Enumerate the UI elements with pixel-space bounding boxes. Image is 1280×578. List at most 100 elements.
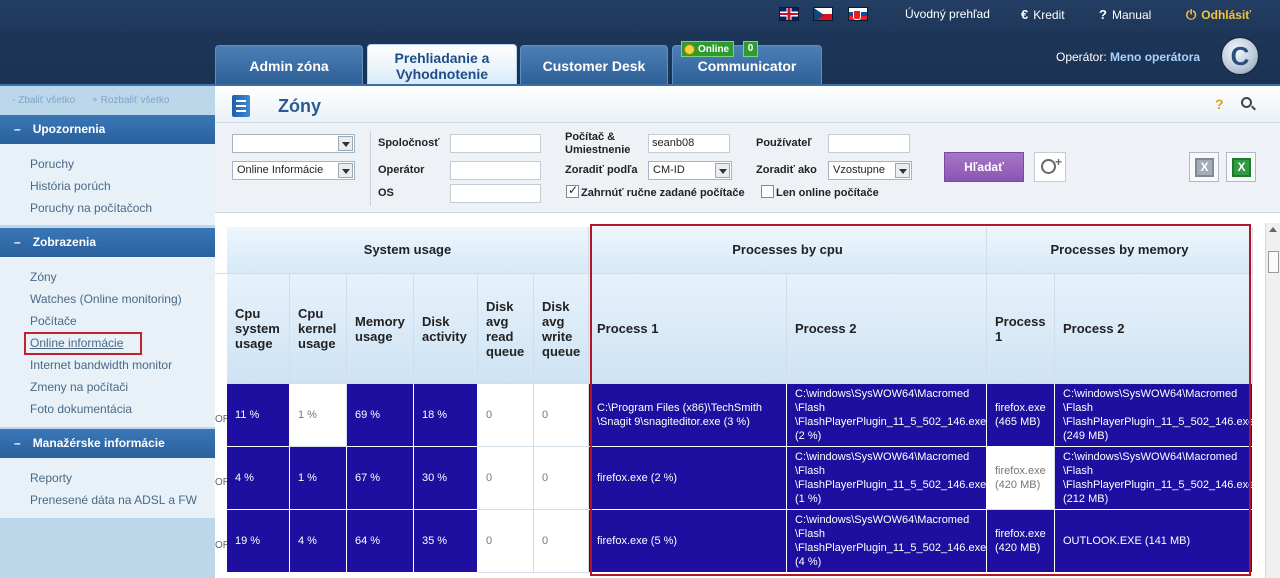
sidebar: - Zbaliť všetko + Rozbaliť všetko Upozor… (0, 86, 215, 578)
col-cpu-kernel[interactable]: Cpu kernel usage (290, 274, 347, 384)
credit-link[interactable]: € Kredit (1021, 7, 1065, 22)
table-cell: firefox.exe (420 MB) (987, 447, 1055, 510)
table-cell: firefox.exe (2 %) (589, 447, 787, 510)
sidebar-item-fault-history[interactable]: História porúch (30, 179, 111, 193)
expand-collapse-row: - Zbaliť všetko + Rozbaliť všetko (12, 95, 183, 106)
chevron-down-icon (895, 163, 910, 178)
help-icon: ? (1099, 7, 1107, 22)
export-excel-button[interactable]: X (1226, 152, 1256, 182)
col-mem-process-2[interactable]: Process 2 (1055, 274, 1253, 384)
include-manual-label: Zahrnúť ručne zadané počítače (581, 187, 745, 199)
col-write-queue[interactable]: Disk avg write queue (534, 274, 589, 384)
table-cell: 0 (478, 447, 534, 510)
group-header-memory: Processes by memory (987, 227, 1253, 274)
online-info-highlight (24, 332, 142, 355)
online-only-checkbox[interactable] (761, 185, 774, 198)
tab-browse-evaluate[interactable]: Prehliadanie a Vyhodnotenie (367, 44, 517, 86)
table-cell: 4 % (227, 447, 290, 510)
table-cell: 0 (478, 510, 534, 573)
group-header-cpu: Processes by cpu (589, 227, 987, 274)
operator-input[interactable] (450, 161, 541, 180)
search-icon[interactable] (1241, 97, 1252, 108)
table-cell: 64 % (347, 510, 414, 573)
slovak-flag-icon[interactable] (848, 7, 868, 21)
view-type-select[interactable]: Online Informácie (232, 161, 355, 180)
chevron-down-icon (338, 136, 353, 151)
sidebar-item-faults[interactable]: Poruchy (30, 157, 74, 171)
sidebar-item-computer-faults[interactable]: Poruchy na počítačoch (30, 201, 152, 215)
sort-as-label: Zoradiť ako (756, 164, 817, 176)
online-status-badge: Online (681, 41, 735, 57)
sidebar-item-watches[interactable]: Watches (Online monitoring) (30, 292, 182, 306)
zones-icon (232, 95, 250, 117)
search-button[interactable]: Hľadať (944, 152, 1024, 182)
chevron-down-icon (338, 163, 353, 178)
col-cpu-process-2[interactable]: Process 2 (787, 274, 987, 384)
sidebar-section-alerts[interactable]: Upozornenia (0, 115, 215, 144)
table-cell: 0 (478, 384, 534, 447)
table-cell: 69 % (347, 384, 414, 447)
filter-divider (370, 131, 371, 206)
filter-select-1[interactable] (232, 134, 355, 153)
table-cell: 0 (534, 384, 589, 447)
table-cell: C:\windows\SysWOW64\Macromed \Flash \Fla… (787, 384, 987, 447)
czech-flag-icon[interactable] (813, 7, 833, 21)
vertical-scrollbar[interactable] (1265, 223, 1280, 578)
table-cell: firefox.exe (5 %) (589, 510, 787, 573)
home-overview-link[interactable]: Úvodný prehľad (905, 7, 990, 21)
sort-order-select[interactable]: Vzostupne (828, 161, 912, 180)
sidebar-group-alerts: Poruchy História porúch Poruchy na počít… (0, 144, 215, 225)
col-memory[interactable]: Memory usage (347, 274, 414, 384)
sort-by-select[interactable]: CM-ID (648, 161, 732, 180)
logout-link[interactable]: ⏻ Odhlásiť (1186, 7, 1251, 23)
table-cell: 67 % (347, 447, 414, 510)
operator-info: Operátor: Meno operátora (1056, 50, 1201, 64)
computer-input[interactable]: seanb08 (648, 134, 730, 153)
sidebar-section-views[interactable]: Zobrazenia (0, 228, 215, 257)
euro-icon: € (1021, 7, 1029, 22)
top-header: Úvodný prehľad € Kredit ? Manual ⏻ Odhlá… (0, 0, 1280, 86)
scroll-thumb[interactable] (1268, 251, 1279, 273)
sidebar-item-reports[interactable]: Reporty (30, 471, 72, 485)
col-cpu-system[interactable]: Cpu system usage (227, 274, 290, 384)
table-cell: 0 (534, 510, 589, 573)
table-cell: 11 % (227, 384, 290, 447)
table-cell: 4 % (290, 510, 347, 573)
user-icon (684, 43, 695, 55)
expand-all-link[interactable]: + Rozbaliť všetko (92, 95, 169, 106)
table-cell: 1 % (290, 384, 347, 447)
sidebar-item-adsl-fw-data[interactable]: Prenesené dáta na ADSL a FW (30, 493, 197, 507)
sidebar-section-management[interactable]: Manažérske informácie (0, 429, 215, 458)
filter-bar: Online Informácie Spoločnosť Operátor OS… (215, 123, 1280, 213)
tab-customer-desk[interactable]: Customer Desk (520, 45, 668, 86)
online-count-badge: 0 (743, 41, 758, 57)
sidebar-item-photo-docs[interactable]: Foto dokumentácia (30, 402, 132, 416)
collapse-all-link[interactable]: - Zbaliť všetko (12, 95, 75, 106)
power-icon: ⏻ (1186, 7, 1197, 22)
sidebar-group-management: Reporty Prenesené dáta na ADSL a FW (0, 458, 215, 518)
tab-admin-zone[interactable]: Admin zóna (215, 45, 363, 86)
col-read-queue[interactable]: Disk avg read queue (478, 274, 534, 384)
export-excel-gray-button[interactable]: X (1189, 152, 1219, 182)
user-input[interactable] (828, 134, 910, 153)
col-mem-process-1[interactable]: Process 1 (987, 274, 1055, 384)
include-manual-checkbox[interactable] (566, 183, 579, 198)
manual-link[interactable]: ? Manual (1099, 7, 1151, 22)
col-cpu-process-1[interactable]: Process 1 (589, 274, 787, 384)
company-input[interactable] (450, 134, 541, 153)
sidebar-item-bandwidth-monitor[interactable]: Internet bandwidth monitor (30, 358, 172, 372)
english-flag-icon[interactable] (779, 7, 799, 21)
sidebar-item-computer-changes[interactable]: Zmeny na počítači (30, 380, 128, 394)
os-input[interactable] (450, 184, 541, 203)
help-icon[interactable]: ? (1215, 96, 1224, 112)
sidebar-item-computers[interactable]: Počítače (30, 314, 77, 328)
col-disk-activity[interactable]: Disk activity (414, 274, 478, 384)
table-cell: firefox.exe (420 MB) (987, 510, 1055, 573)
advanced-search-icon[interactable] (1034, 152, 1066, 182)
excel-icon: X (1195, 158, 1214, 177)
excel-icon: X (1232, 158, 1251, 177)
scroll-up-icon[interactable] (1269, 227, 1277, 232)
title-bar: Zóny ? (215, 86, 1280, 123)
sidebar-item-zones[interactable]: Zóny (30, 270, 57, 284)
chevron-down-icon (715, 163, 730, 178)
